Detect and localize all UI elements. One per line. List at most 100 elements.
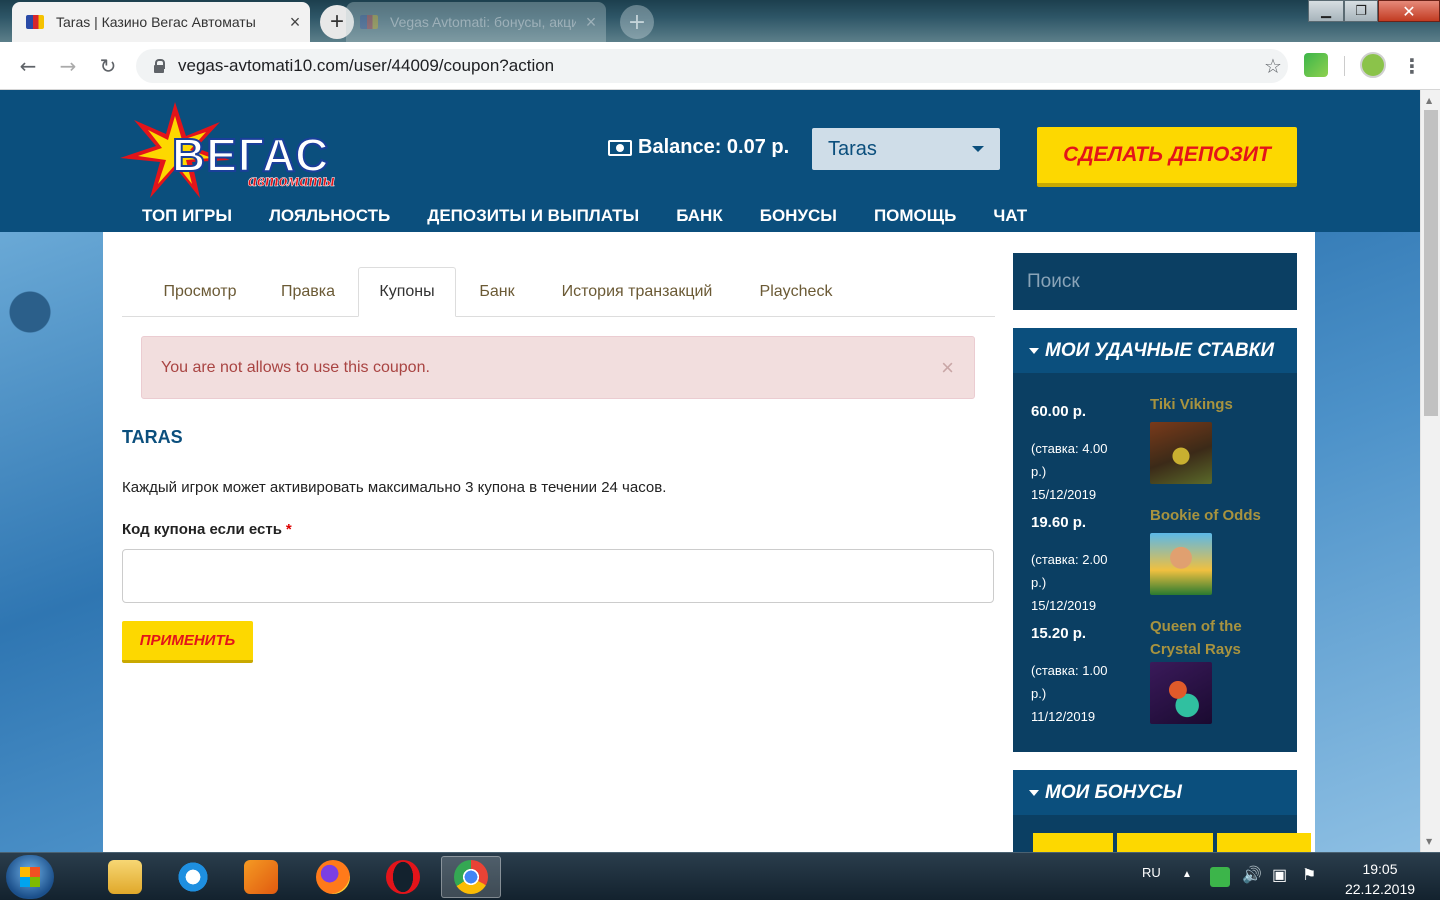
tab-playcheck[interactable]: Playcheck <box>736 267 856 317</box>
website-viewport: ВЕГАС автоматы Balance: 0.07 р. Taras СД… <box>0 90 1420 852</box>
balance-display: Balance: 0.07 р. <box>608 136 789 159</box>
bet-date: 15/12/2019 <box>1031 598 1097 613</box>
deposit-button[interactable]: СДЕЛАТЬ ДЕПОЗИТ <box>1037 127 1297 187</box>
taskbar-ie[interactable] <box>163 856 223 898</box>
main-content: Просмотр Правка Купоны Банк История тран… <box>103 232 1315 852</box>
profile-avatar-icon[interactable] <box>1360 52 1386 78</box>
scroll-up-icon[interactable]: ▲ <box>1426 96 1432 105</box>
tab-transaction-history[interactable]: История транзакций <box>538 267 736 317</box>
game-link[interactable]: Bookie of Odds <box>1150 504 1280 527</box>
user-menu-dropdown[interactable]: Taras <box>812 128 1000 170</box>
folder-icon <box>108 860 142 894</box>
main-nav: ТОП ИГРЫ ЛОЯЛЬНОСТЬ ДЕПОЗИТЫ И ВЫПЛАТЫ Б… <box>142 206 1027 226</box>
site-favicon-icon <box>360 15 378 29</box>
new-tab-button-ghost[interactable]: + <box>620 5 654 39</box>
toolbar-divider <box>1344 56 1345 76</box>
nav-item-help[interactable]: ПОМОЩЬ <box>874 206 956 226</box>
bonus-table-header <box>1033 833 1113 852</box>
my-bonuses-block: МОИ БОНУСЫ <box>1013 770 1311 852</box>
game-link[interactable]: Queen of the Crystal Rays <box>1150 615 1280 661</box>
required-mark: * <box>285 521 292 538</box>
bet-details: (ставка: 4.00 р.) 15/12/2019 <box>1031 437 1121 506</box>
security-shield-icon[interactable] <box>1210 867 1230 887</box>
show-hidden-icons-icon[interactable]: ▲ <box>1182 869 1192 880</box>
taskbar-media-player[interactable] <box>231 856 291 898</box>
site-header: ВЕГАС автоматы Balance: 0.07 р. Taras СД… <box>0 90 1420 232</box>
taskbar-chrome[interactable] <box>441 856 501 898</box>
browser-toolbar: ← → ↻ vegas-avtomati10.com/user/44009/co… <box>0 42 1440 90</box>
chevron-down-icon <box>972 146 984 152</box>
balance-text: Balance: 0.07 р. <box>638 136 790 158</box>
sidebar-search-input[interactable]: Поиск <box>1013 253 1297 310</box>
address-bar[interactable]: vegas-avtomati10.com/user/44009/coupon?a… <box>136 49 1288 83</box>
browser-tab-active[interactable]: Taras | Казино Вегас Автоматы × <box>12 2 310 42</box>
tab-edit[interactable]: Правка <box>260 267 356 317</box>
network-icon[interactable]: ▣ <box>1272 865 1287 885</box>
bet-stake: (ставка: 2.00 р.) <box>1031 552 1108 590</box>
nav-item-loyalty[interactable]: ЛОЯЛЬНОСТЬ <box>269 206 390 226</box>
close-tab-icon[interactable]: × <box>576 12 606 33</box>
system-clock[interactable]: 19:05 22.12.2019 <box>1340 859 1420 899</box>
coupon-field-label: Код купона если есть * <box>122 521 292 538</box>
reload-icon[interactable]: ↻ <box>94 52 122 80</box>
browser-tab-title: Taras | Казино Вегас Автоматы <box>56 14 256 30</box>
lucky-bets-title: МОИ УДАЧНЫЕ СТАВКИ <box>1045 339 1274 361</box>
apply-coupon-button[interactable]: ПРИМЕНИТЬ <box>122 621 253 663</box>
cash-icon <box>608 139 632 156</box>
close-tab-icon[interactable]: × <box>280 12 310 33</box>
user-menu-label: Taras <box>828 137 877 160</box>
internet-explorer-icon <box>176 860 210 894</box>
scroll-down-icon[interactable]: ▼ <box>1426 837 1432 846</box>
lock-icon <box>152 59 166 73</box>
profile-tabs: Просмотр Правка Купоны Банк История тран… <box>122 267 995 317</box>
nav-item-deposits[interactable]: ДЕПОЗИТЫ И ВЫПЛАТЫ <box>427 206 639 226</box>
nav-item-bonuses[interactable]: БОНУСЫ <box>760 206 837 226</box>
extension-icon[interactable] <box>1304 53 1328 77</box>
taskbar-firefox[interactable] <box>303 856 363 898</box>
bet-stake: (ставка: 1.00 р.) <box>1031 663 1108 701</box>
coupon-info-text: Каждый игрок может активировать максимал… <box>122 479 667 496</box>
lucky-bets-header[interactable]: МОИ УДАЧНЫЕ СТАВКИ <box>1013 328 1297 373</box>
language-indicator[interactable]: RU <box>1142 865 1161 880</box>
maximize-button[interactable]: ❐ <box>1344 0 1378 22</box>
site-favicon-icon <box>26 15 44 29</box>
close-icon[interactable]: × <box>941 355 954 381</box>
start-button[interactable] <box>6 855 54 899</box>
nav-item-top-games[interactable]: ТОП ИГРЫ <box>142 206 232 226</box>
media-player-icon <box>244 860 278 894</box>
tab-view[interactable]: Просмотр <box>140 267 260 317</box>
bet-stake: (ставка: 4.00 р.) <box>1031 441 1108 479</box>
bet-date: 15/12/2019 <box>1031 487 1097 502</box>
lucky-bets-block: МОИ УДАЧНЫЕ СТАВКИ 60.00 р. (ставка: 4.0… <box>1013 328 1297 752</box>
close-window-button[interactable]: ✕ <box>1378 0 1440 22</box>
nav-item-chat[interactable]: ЧАТ <box>993 206 1027 226</box>
game-thumbnail[interactable] <box>1150 422 1212 484</box>
minimize-button[interactable]: ▁ <box>1308 0 1344 22</box>
tab-coupons[interactable]: Купоны <box>358 267 456 317</box>
game-thumbnail[interactable] <box>1150 533 1212 595</box>
browser-tab-inactive[interactable]: Vegas Avtomati: бонусы, акции × <box>346 2 606 42</box>
taskbar-opera[interactable] <box>373 856 433 898</box>
opera-icon <box>386 860 420 894</box>
windows-taskbar: RU ▲ 🔊 ▣ ⚑ 19:05 22.12.2019 <box>0 852 1440 900</box>
browser-menu-icon[interactable]: ⋮ <box>1402 52 1422 80</box>
firefox-icon <box>316 860 350 894</box>
my-bonuses-header[interactable]: МОИ БОНУСЫ <box>1013 770 1297 815</box>
forward-icon[interactable]: → <box>54 52 82 80</box>
page-scrollbar[interactable]: ▲ ▼ <box>1420 90 1440 852</box>
back-icon[interactable]: ← <box>14 52 42 80</box>
action-center-flag-icon[interactable]: ⚑ <box>1302 865 1316 885</box>
scrollbar-thumb[interactable] <box>1424 110 1438 416</box>
site-logo[interactable]: ВЕГАС автоматы <box>120 102 360 202</box>
game-thumbnail[interactable] <box>1150 662 1212 724</box>
bookmark-star-icon[interactable]: ☆ <box>1258 54 1288 78</box>
url-text[interactable]: vegas-avtomati10.com/user/44009/coupon?a… <box>178 56 1258 76</box>
tab-bank[interactable]: Банк <box>456 267 538 317</box>
taskbar-explorer[interactable] <box>95 856 155 898</box>
volume-icon[interactable]: 🔊 <box>1242 865 1262 885</box>
alert-message: You are not allows to use this coupon. <box>161 358 430 376</box>
browser-tab-strip: Taras | Казино Вегас Автоматы × + Vegas … <box>0 0 1440 42</box>
coupon-code-input[interactable] <box>122 549 994 603</box>
game-link[interactable]: Tiki Vikings <box>1150 393 1280 416</box>
nav-item-bank[interactable]: БАНК <box>676 206 723 226</box>
